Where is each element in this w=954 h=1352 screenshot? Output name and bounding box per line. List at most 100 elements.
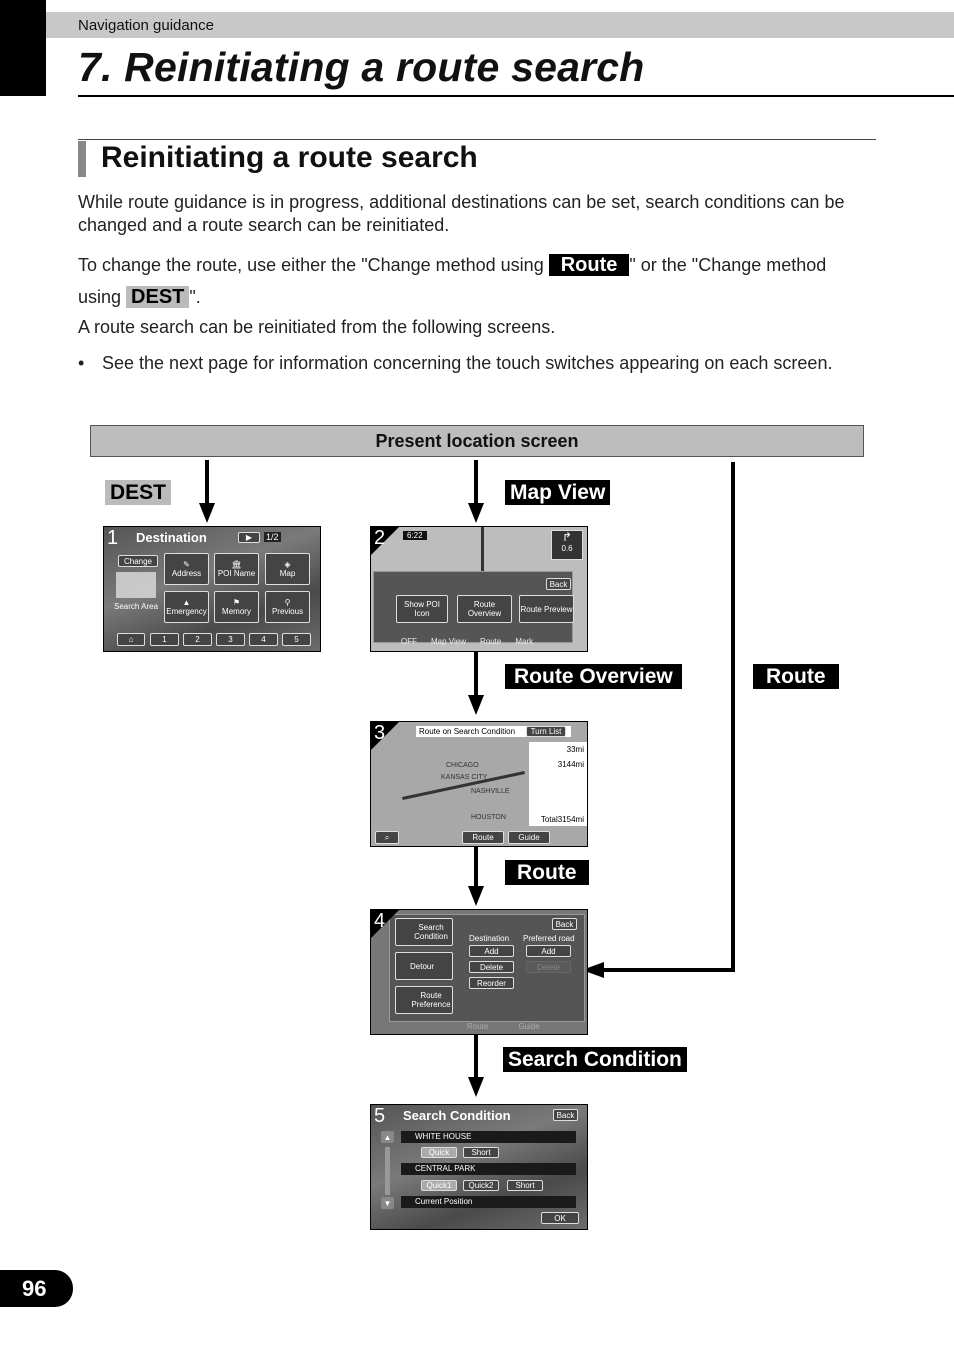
guide-button[interactable]: Guide <box>508 831 550 844</box>
btn-label: Route Preview <box>520 604 573 614</box>
zoom-button[interactable]: ⌕ <box>375 831 399 844</box>
turn-right-icon: ↱ <box>561 530 573 544</box>
page-number: 96 <box>0 1270 73 1307</box>
preferred-add-button[interactable]: Add <box>526 945 571 957</box>
screen-number: 2 <box>374 527 386 549</box>
route-preview-button[interactable]: Route Preview <box>519 595 574 623</box>
search-condition-button[interactable]: Search Condition <box>395 918 453 946</box>
search-condition-screen: 5 Search Condition Back ▲ ▼ WHITE HOUSE … <box>370 1104 588 1230</box>
btn-label: POI Name <box>217 569 256 578</box>
preset-button[interactable]: 4 <box>249 633 278 646</box>
present-location-box: Present location screen <box>90 425 864 457</box>
route-overview-screen: 3 Route on Search Condition Turn List CH… <box>370 721 588 847</box>
quick1-option[interactable]: Quick1 <box>421 1180 457 1191</box>
scroll-down-button[interactable]: ▼ <box>381 1197 394 1209</box>
section-heading: Reinitiating a route search <box>101 141 478 174</box>
route-menu-screen: 4 Search Condition Detour Route Preferen… <box>370 909 588 1035</box>
distance: 0.6 <box>561 544 573 553</box>
paragraph: While route guidance is in progress, add… <box>78 192 845 235</box>
preset-button[interactable]: 1 <box>150 633 179 646</box>
waypoint-row: CENTRAL PARK <box>401 1163 576 1175</box>
previous-button[interactable]: ⚲ Previous <box>265 591 310 623</box>
screen-title: Destination <box>136 530 207 545</box>
arrow-line <box>474 1033 478 1079</box>
short-option[interactable]: Short <box>463 1147 499 1158</box>
memory-button[interactable]: ⚑ Memory <box>214 591 259 623</box>
chapter-tab <box>0 0 46 96</box>
page-title: 7. Reinitiating a route search <box>78 44 645 90</box>
btn-label: Memory <box>222 607 251 616</box>
city-label: NASHVILLE <box>471 788 510 795</box>
search-condition-label: Search Condition <box>503 1047 687 1072</box>
city-label: CHICAGO <box>446 762 479 769</box>
address-icon: ✎ <box>183 560 190 569</box>
map-view-screen: 2 6:22 ↱ 0.6 Back Show POI Icon Route Ove… <box>370 526 588 652</box>
arrow-line <box>205 460 209 505</box>
home-button[interactable]: ⌂ <box>117 633 145 646</box>
arrow-head <box>468 695 484 715</box>
quick-option[interactable]: Quick <box>421 1147 457 1158</box>
bullet-item: • See the next page for information conce… <box>78 352 858 375</box>
route-button[interactable]: Route <box>462 831 504 844</box>
reorder-button[interactable]: Reorder <box>469 977 514 989</box>
map-button[interactable]: ◈ Map <box>265 553 310 585</box>
search-area-label: Search Area <box>114 602 159 611</box>
back-button[interactable]: Back <box>546 578 571 590</box>
mark-button[interactable]: Mark <box>515 637 533 646</box>
arrow-head <box>468 503 484 523</box>
destination-add-button[interactable]: Add <box>469 945 514 957</box>
turn-list-button[interactable]: Turn List <box>526 726 566 737</box>
distance-1: 33mi <box>566 745 584 754</box>
route-switch: Route <box>548 254 630 276</box>
route-button[interactable]: Route <box>480 637 501 646</box>
divider <box>78 95 954 97</box>
show-poi-icon-button[interactable]: Show POI Icon <box>396 595 448 623</box>
route-overview-button[interactable]: Route Overview <box>457 595 512 623</box>
emergency-button[interactable]: ▲ Emergency <box>164 591 209 623</box>
destination-delete-button[interactable]: Delete <box>469 961 514 973</box>
address-button[interactable]: ✎ Address <box>164 553 209 585</box>
guide-tab[interactable]: Guide <box>518 1022 539 1031</box>
btn-label: Show POI Icon <box>403 600 440 618</box>
detour-button[interactable]: Detour <box>395 952 453 980</box>
magnifier-icon: ⌕ <box>384 833 390 842</box>
back-button[interactable]: Back <box>553 1109 578 1121</box>
screen-title: Search Condition <box>403 1108 511 1123</box>
map-view-button[interactable]: Map View <box>431 637 466 646</box>
compass-icon: ◈ <box>284 560 291 569</box>
paragraph: A route search can be reinitiated from t… <box>78 317 556 337</box>
paragraph: To change the route, use either the "Cha… <box>78 252 898 278</box>
off-button[interactable]: OFF <box>401 637 417 646</box>
building-icon: 🏛 <box>231 560 242 569</box>
short-option[interactable]: Short <box>507 1180 543 1191</box>
ok-button[interactable]: OK <box>541 1212 579 1224</box>
waypoint-row: Current Position <box>401 1196 576 1208</box>
bullet: • <box>78 353 85 373</box>
total-distance: Total3154mi <box>540 815 584 824</box>
route-overview-label: Route Overview <box>505 664 682 689</box>
arrow-head <box>199 503 215 523</box>
btn-label: Previous <box>271 607 304 616</box>
text: To change the route, use either the "Cha… <box>78 255 549 275</box>
back-button[interactable]: Back <box>552 918 577 930</box>
preferred-delete-button: Delete <box>526 961 571 973</box>
preset-button[interactable]: 3 <box>216 633 245 646</box>
change-button[interactable]: Change <box>118 555 158 567</box>
btn-label: Route Overview <box>467 600 502 618</box>
screen-title: Route on Search Condition <box>419 727 516 736</box>
route-preference-button[interactable]: Route Preference <box>395 986 453 1014</box>
waypoint-row: WHITE HOUSE <box>401 1131 576 1143</box>
route-label: Route <box>505 860 589 885</box>
arrow-line <box>474 651 478 697</box>
preset-button[interactable]: 5 <box>282 633 311 646</box>
poi-name-button[interactable]: 🏛 POI Name <box>214 553 259 585</box>
route-tab[interactable]: Route <box>467 1022 488 1031</box>
scrollbar[interactable] <box>385 1147 390 1195</box>
scroll-up-button[interactable]: ▲ <box>381 1131 394 1143</box>
city-label: KANSAS CITY <box>441 774 488 781</box>
preset-button[interactable]: 2 <box>183 633 212 646</box>
btn-label: Map <box>279 569 296 578</box>
next-page-button[interactable]: ▶ <box>238 532 260 543</box>
heading-bar <box>78 141 86 177</box>
quick2-option[interactable]: Quick2 <box>463 1180 499 1191</box>
